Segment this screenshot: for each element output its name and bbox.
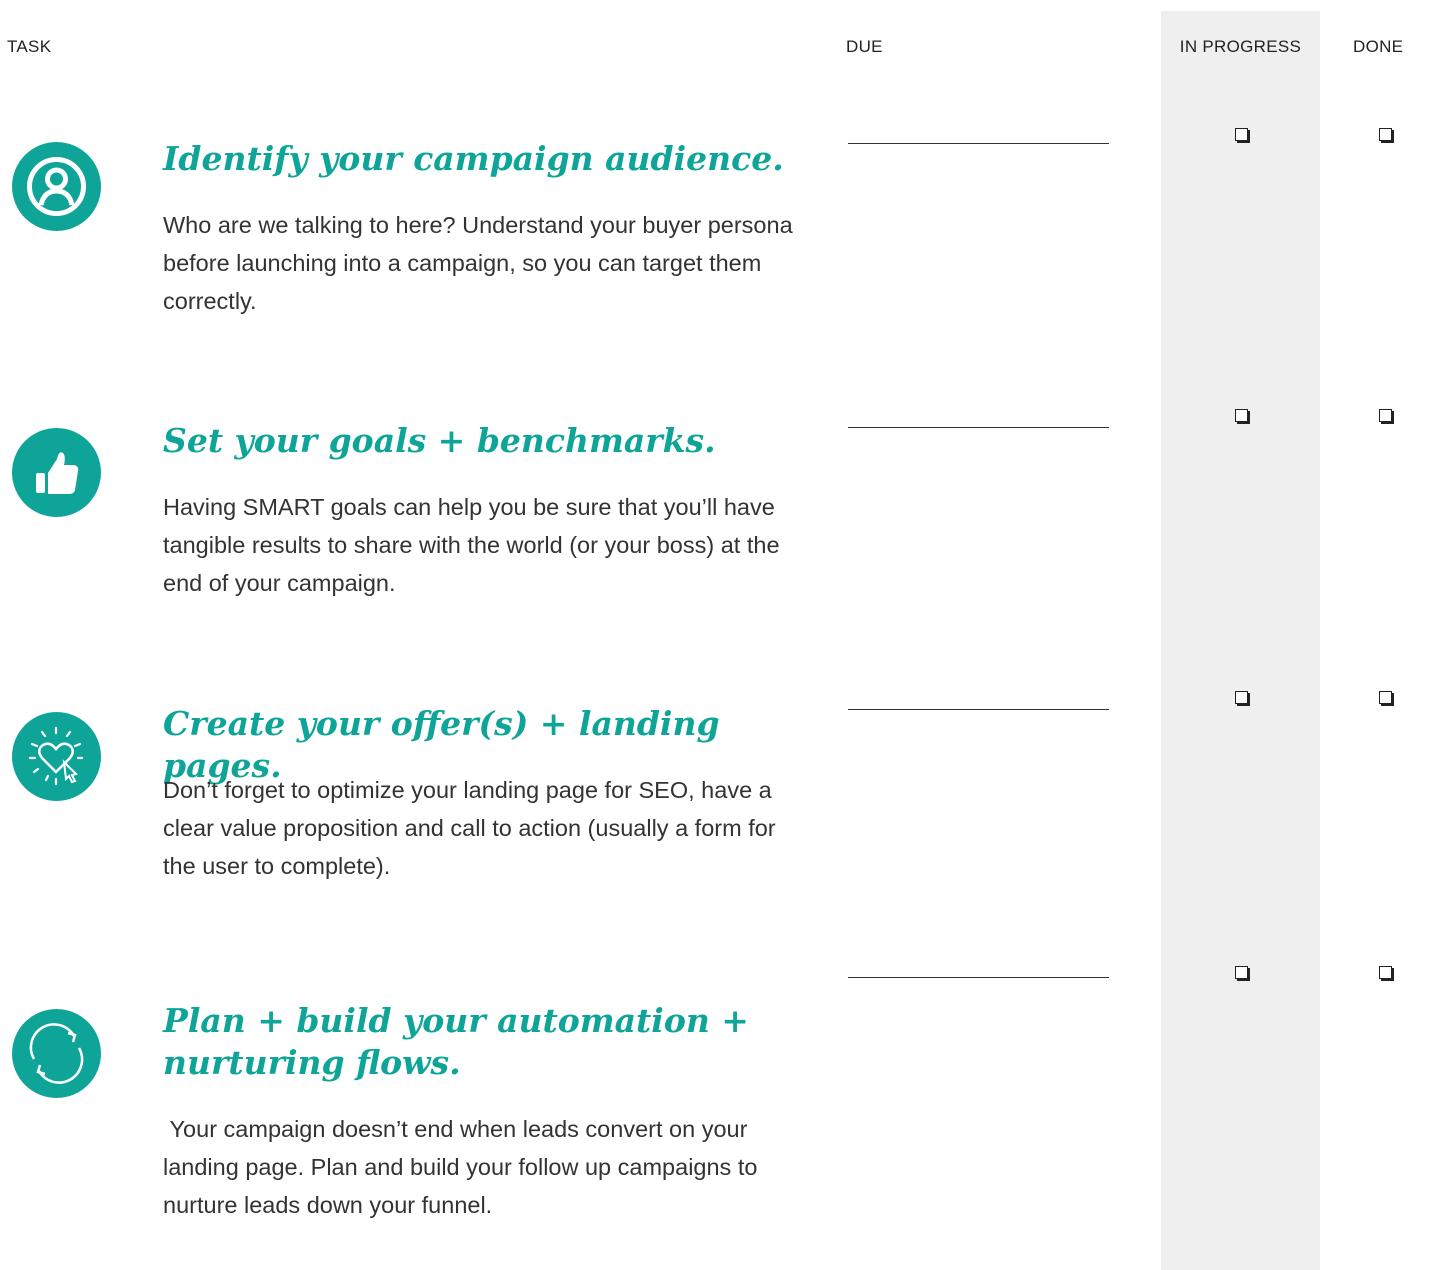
task-title: Plan + build your automation + nurturing… xyxy=(163,1001,749,1082)
column-header-task: TASK xyxy=(7,37,52,56)
done-checkbox[interactable] xyxy=(1379,966,1392,979)
column-header-due: DUE xyxy=(846,37,883,56)
task-description: Don’t forget to optimize your landing pa… xyxy=(163,777,776,879)
task-title: Set your goals + benchmarks. xyxy=(163,421,716,460)
done-checkbox[interactable] xyxy=(1379,409,1392,422)
column-header-done: DONE xyxy=(1353,37,1404,56)
in-progress-checkbox[interactable] xyxy=(1235,691,1248,704)
in-progress-checkbox[interactable] xyxy=(1235,966,1248,979)
done-checkbox[interactable] xyxy=(1379,128,1392,141)
column-header-in-progress: IN PROGRESS xyxy=(1179,37,1302,56)
task-title: Identify your campaign audience. xyxy=(163,139,784,178)
thumbs-up-icon xyxy=(12,428,101,517)
heart-cursor-icon xyxy=(12,712,101,801)
in-progress-checkbox[interactable] xyxy=(1235,128,1248,141)
done-checkbox[interactable] xyxy=(1379,691,1392,704)
due-date-field[interactable] xyxy=(848,427,1109,428)
due-date-field[interactable] xyxy=(848,143,1109,144)
task-description: Your campaign doesn’t end when leads con… xyxy=(163,1116,764,1218)
task-description: Who are we talking to here? Understand y… xyxy=(163,212,793,314)
refresh-cycle-icon xyxy=(12,1009,101,1098)
task-description: Having SMART goals can help you be sure … xyxy=(163,494,780,596)
due-date-field[interactable] xyxy=(848,977,1109,978)
in-progress-checkbox[interactable] xyxy=(1235,409,1248,422)
in-progress-column-background xyxy=(1161,11,1320,1270)
due-date-field[interactable] xyxy=(848,709,1109,710)
user-circle-icon xyxy=(12,142,101,231)
